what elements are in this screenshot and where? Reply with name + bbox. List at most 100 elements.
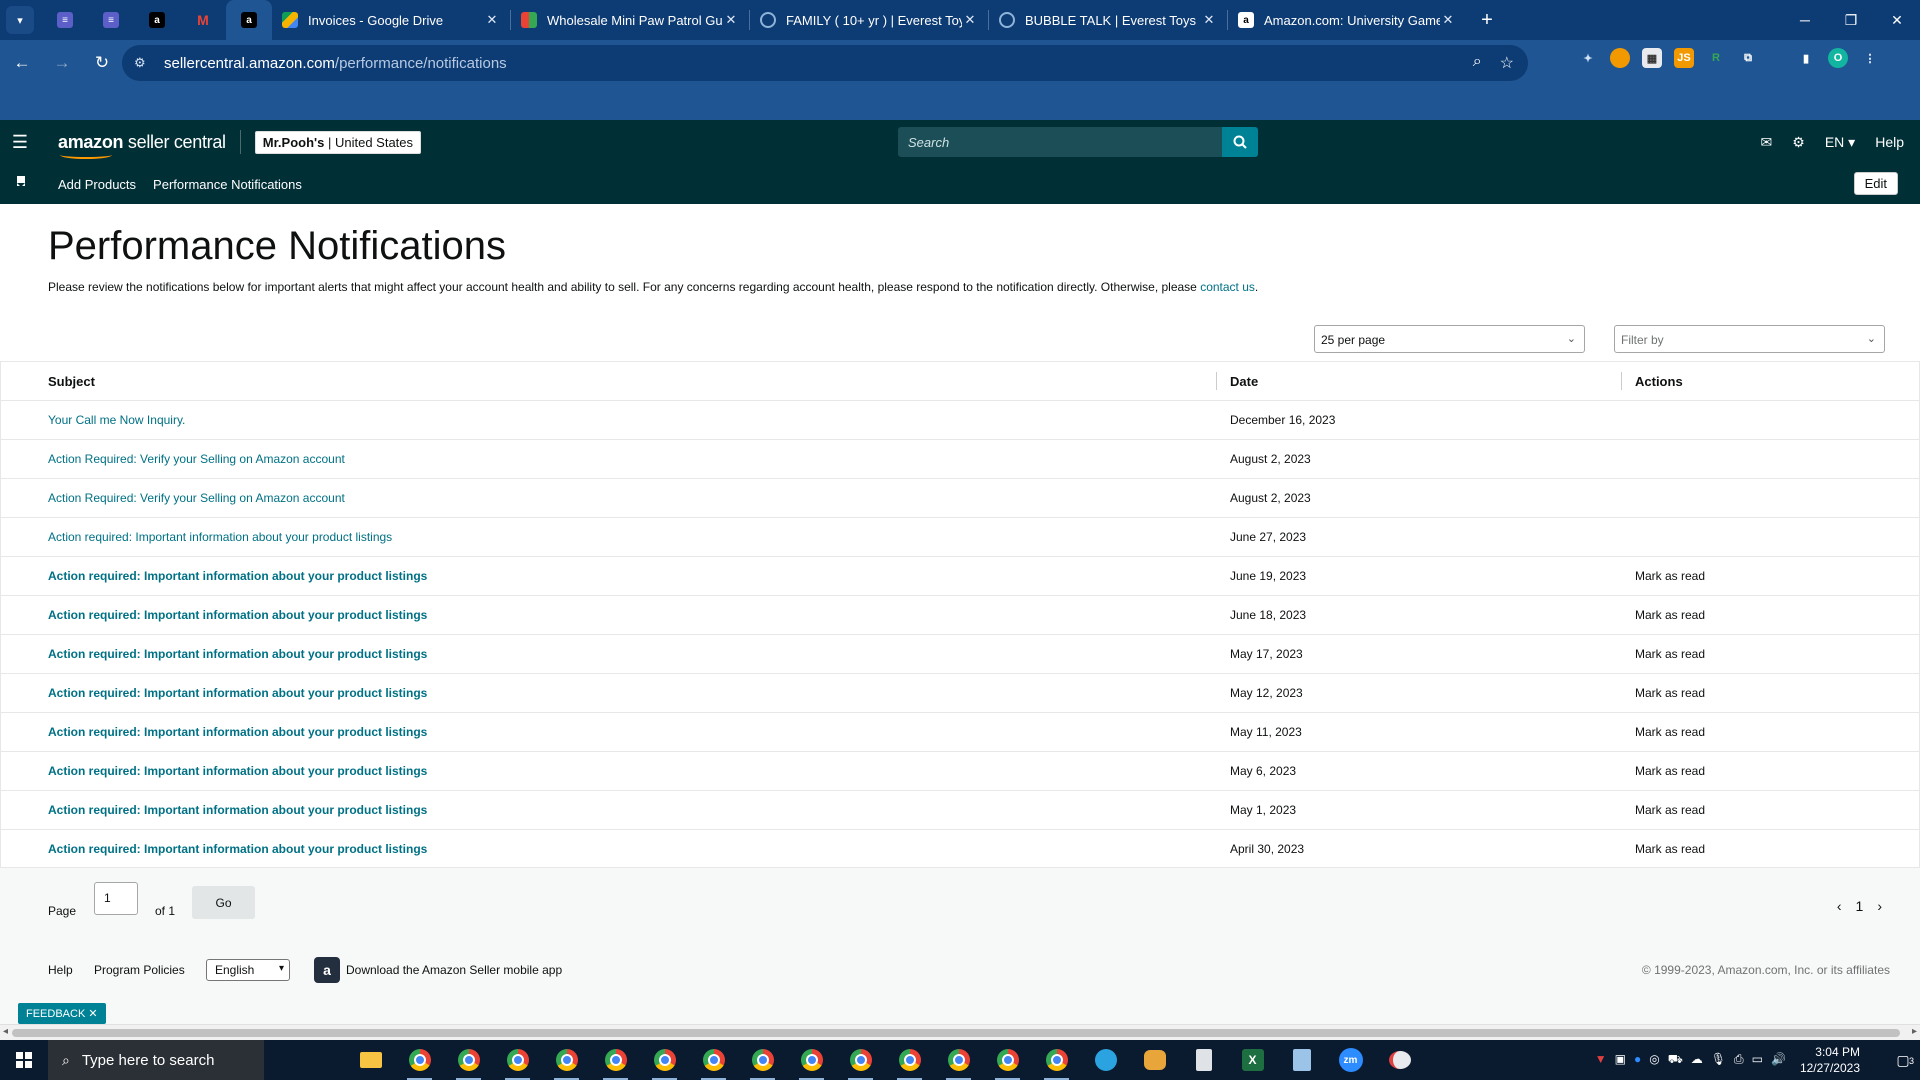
footer-policies-link[interactable]: Program Policies xyxy=(94,963,185,977)
pinned-tab-4[interactable]: M xyxy=(180,0,226,40)
cloud-icon[interactable]: ☁ xyxy=(1691,1052,1703,1068)
tray-app-icon[interactable]: ▼ xyxy=(1595,1052,1607,1068)
mark-as-read-link[interactable]: Mark as read xyxy=(1635,608,1705,622)
chrome-icon[interactable] xyxy=(542,1040,591,1080)
extension-orange-icon[interactable] xyxy=(1610,48,1630,68)
paint-icon[interactable] xyxy=(1375,1040,1424,1080)
pinned-tab-3[interactable]: a xyxy=(134,0,180,40)
amazon-seller-app-icon[interactable]: a xyxy=(314,957,340,983)
footer-help-link[interactable]: Help xyxy=(48,963,73,977)
notification-subject-link[interactable]: Action required: Important information a… xyxy=(48,647,427,661)
chrome-icon[interactable] xyxy=(836,1040,885,1080)
new-tab-button[interactable]: + xyxy=(1472,9,1502,32)
close-icon[interactable]: ✕ xyxy=(88,1007,97,1020)
tab-amazon-university[interactable]: a Amazon.com: University Games ✕ xyxy=(1228,0,1466,40)
feedback-button[interactable]: FEEDBACK ✕ xyxy=(18,1003,106,1024)
search-input[interactable]: Search xyxy=(898,127,1222,157)
tab-invoices[interactable]: Invoices - Google Drive ✕ xyxy=(272,0,510,40)
profile-avatar[interactable]: O xyxy=(1828,48,1848,68)
extensions-puzzle-icon[interactable]: ⧉ xyxy=(1738,48,1758,68)
tray-app-icon[interactable]: ▣ xyxy=(1615,1052,1626,1068)
calculator-icon[interactable] xyxy=(1179,1040,1228,1080)
store-selector[interactable]: Mr.Pooh's | United States xyxy=(254,130,422,154)
site-settings-icon[interactable]: ⚙ xyxy=(134,55,154,71)
go-button[interactable]: Go xyxy=(192,886,255,919)
telegram-icon[interactable] xyxy=(1081,1040,1130,1080)
mark-as-read-link[interactable]: Mark as read xyxy=(1635,842,1705,856)
tab-bubble-talk[interactable]: BUBBLE TALK | Everest Toys ✕ xyxy=(989,0,1227,40)
hamburger-menu-icon[interactable]: ☰ xyxy=(0,132,40,153)
seller-central-logo[interactable]: amazon seller central xyxy=(58,132,226,159)
extension-image-icon[interactable]: ▦ xyxy=(1642,48,1662,68)
back-button[interactable]: ← xyxy=(4,45,40,81)
chrome-icon[interactable] xyxy=(1032,1040,1081,1080)
tab-paw-patrol[interactable]: Wholesale Mini Paw Patrol Guit ✕ xyxy=(511,0,749,40)
menu-icon[interactable]: ⋮ xyxy=(1860,48,1880,68)
chrome-tray-icon[interactable]: ◎ xyxy=(1649,1052,1659,1068)
file-explorer-icon[interactable] xyxy=(346,1040,395,1080)
tray-app-icon[interactable]: ⛟ xyxy=(1668,1052,1683,1068)
taskbar-clock[interactable]: 3:04 PM 12/27/2023 xyxy=(1800,1044,1860,1076)
chevron-left-icon[interactable]: ‹ xyxy=(1837,898,1842,914)
filter-select[interactable]: Filter by ⌄ xyxy=(1614,325,1885,353)
notification-subject-link[interactable]: Action required: Important information a… xyxy=(48,608,427,622)
pinned-tab-2[interactable]: ≡ xyxy=(88,0,134,40)
download-app-link[interactable]: Download the Amazon Seller mobile app xyxy=(346,963,562,977)
notification-subject-link[interactable]: Action required: Important information a… xyxy=(48,764,427,778)
column-subject[interactable]: Subject xyxy=(48,374,95,389)
extension-js-icon[interactable]: JS xyxy=(1674,48,1694,68)
mail-icon[interactable]: ✉ xyxy=(1761,134,1773,151)
chrome-icon[interactable] xyxy=(787,1040,836,1080)
page-number-input[interactable]: 1 xyxy=(94,882,138,915)
chrome-icon[interactable] xyxy=(493,1040,542,1080)
chrome-icon[interactable] xyxy=(395,1040,444,1080)
per-page-select[interactable]: 25 per page ⌄ xyxy=(1314,325,1585,353)
help-link[interactable]: Help xyxy=(1875,134,1904,150)
address-bar[interactable]: ⚙ sellercentral.amazon.com/performance/n… xyxy=(122,45,1528,81)
extension-sparkle-icon[interactable]: ✦ xyxy=(1578,48,1598,68)
folder-app-icon[interactable] xyxy=(1130,1040,1179,1080)
mark-as-read-link[interactable]: Mark as read xyxy=(1635,764,1705,778)
gear-icon[interactable]: ⚙ xyxy=(1792,134,1805,151)
tray-app-icon[interactable]: ⎙ xyxy=(1734,1052,1744,1068)
star-icon[interactable]: ☆ xyxy=(1500,53,1514,73)
notifications-icon[interactable]: ▢ 3 xyxy=(1886,1052,1920,1069)
edit-button[interactable]: Edit xyxy=(1853,172,1898,195)
notification-subject-link[interactable]: Action Required: Verify your Selling on … xyxy=(48,491,345,505)
volume-icon[interactable]: 🔊 xyxy=(1771,1052,1786,1068)
pinned-tab-5-active[interactable]: a xyxy=(226,0,272,40)
chrome-icon[interactable] xyxy=(885,1040,934,1080)
chrome-icon[interactable] xyxy=(689,1040,738,1080)
chrome-icon[interactable] xyxy=(934,1040,983,1080)
side-panel-icon[interactable]: ▮ xyxy=(1796,48,1816,68)
zoom-icon[interactable]: ⌕ xyxy=(1473,53,1482,73)
scroll-right-icon[interactable]: ▸ xyxy=(1912,1026,1917,1037)
minimize-icon[interactable]: ─ xyxy=(1782,0,1828,40)
chevron-right-icon[interactable]: › xyxy=(1877,898,1882,914)
mark-as-read-link[interactable]: Mark as read xyxy=(1635,569,1705,583)
notification-subject-link[interactable]: Action required: Important information a… xyxy=(48,842,427,856)
contact-us-link[interactable]: contact us xyxy=(1200,280,1255,294)
start-button[interactable] xyxy=(0,1040,48,1080)
notification-subject-link[interactable]: Action required: Important information a… xyxy=(48,686,427,700)
close-icon[interactable]: ✕ xyxy=(962,12,978,28)
search-button[interactable] xyxy=(1222,127,1258,157)
notification-subject-link[interactable]: Action required: Important information a… xyxy=(48,803,427,817)
current-page-number[interactable]: 1 xyxy=(1856,898,1864,914)
notification-subject-link[interactable]: Action required: Important information a… xyxy=(48,569,427,583)
forward-button[interactable]: → xyxy=(44,45,80,81)
notepad-icon[interactable] xyxy=(1277,1040,1326,1080)
close-icon[interactable]: ✕ xyxy=(723,12,739,28)
notification-subject-link[interactable]: Action Required: Verify your Selling on … xyxy=(48,452,345,466)
nav-add-products[interactable]: Add Products xyxy=(58,177,136,192)
language-selector[interactable]: EN ▾ xyxy=(1825,134,1855,151)
nav-performance-notifications[interactable]: Performance Notifications xyxy=(153,177,302,192)
taskbar-search[interactable]: ⌕ Type here to search xyxy=(48,1040,264,1080)
mark-as-read-link[interactable]: Mark as read xyxy=(1635,686,1705,700)
horizontal-scrollbar[interactable]: ◂ ▸ xyxy=(0,1024,1920,1040)
close-icon[interactable]: ✕ xyxy=(1201,12,1217,28)
notification-subject-link[interactable]: Action required: Important information a… xyxy=(48,530,392,544)
restore-icon[interactable]: ❐ xyxy=(1828,0,1874,40)
excel-icon[interactable]: X xyxy=(1228,1040,1277,1080)
tab-search-button[interactable]: ▾ xyxy=(6,6,34,34)
